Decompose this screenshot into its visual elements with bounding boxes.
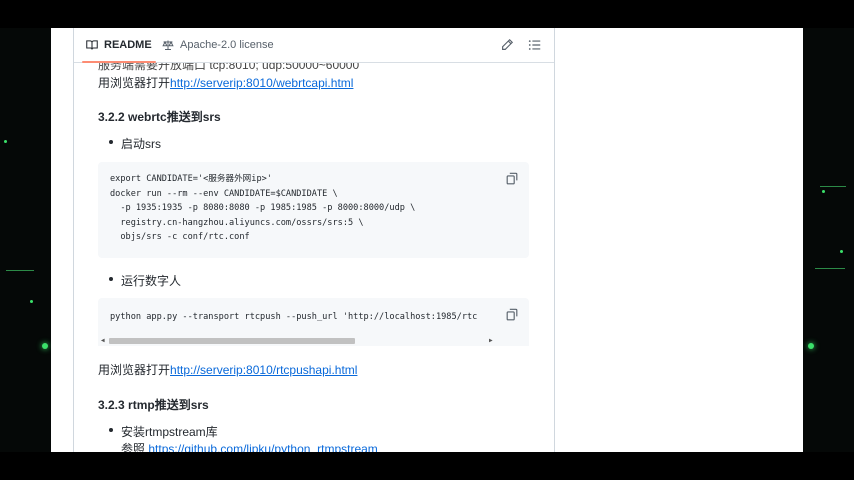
rtcpush-api-link[interactable]: http://serverip:8010/rtcpushapi.html	[170, 363, 357, 377]
bullet-install: 安装rtmpstream库	[121, 425, 218, 439]
code-srs-text: export CANDIDATE='<服务器外网ip>' docker run …	[110, 174, 416, 242]
open-rtcpush-line: 用浏览器打开http://serverip:8010/rtcpushapi.ht…	[98, 361, 357, 378]
bullet-marker	[109, 140, 113, 144]
list-icon[interactable]	[528, 38, 542, 52]
backdrop-glow-dot	[808, 343, 814, 349]
bullet-marker	[109, 277, 113, 281]
copy-icon[interactable]	[505, 172, 519, 186]
backdrop-line	[6, 270, 34, 271]
scroll-right-arrow[interactable]: ▶	[489, 336, 493, 346]
scale-icon	[162, 40, 174, 50]
book-icon	[86, 40, 98, 50]
pencil-icon[interactable]	[500, 38, 514, 52]
readme-tab-bar: README Apache-2.0 license	[74, 28, 554, 63]
bullet-marker	[109, 428, 113, 432]
readme-window: 服务端需要开放端口 tcp:8010; udp:50000~60000 用浏览器…	[51, 28, 803, 452]
scroll-left-arrow[interactable]: ◀	[101, 336, 105, 346]
scrollbar-thumb[interactable]	[109, 338, 355, 344]
rtmpstream-link[interactable]: https://github.com/lipku/python_rtmpstre…	[148, 442, 377, 452]
tab-license[interactable]: Apache-2.0 license	[162, 28, 274, 62]
bottom-letterbox	[0, 452, 854, 480]
backdrop-line	[820, 186, 846, 187]
tab-readme[interactable]: README	[82, 28, 156, 63]
backdrop-dot	[30, 300, 33, 303]
code-block-run[interactable]: python app.py --transport rtcpush --push…	[98, 298, 529, 346]
tab-readme-label: README	[104, 39, 152, 51]
webrtc-api-link[interactable]: http://serverip:8010/webrtcapi.html	[170, 76, 353, 90]
ref-prefix: 参照	[121, 442, 146, 452]
copy-icon[interactable]	[505, 308, 519, 322]
top-letterbox	[0, 0, 854, 28]
code-run-text: python app.py --transport rtcpush --push…	[110, 312, 478, 322]
bullet-start-srs: 启动srs	[121, 137, 161, 151]
code-block-srs[interactable]: export CANDIDATE='<服务器外网ip>' docker run …	[98, 162, 529, 258]
bullet-run: 运行数字人	[121, 274, 182, 288]
ref-line: 参照 https://github.com/lipku/python_rtmps…	[121, 440, 378, 452]
readme-content: 服务端需要开放端口 tcp:8010; udp:50000~60000 用浏览器…	[74, 28, 554, 452]
backdrop-glow-dot	[42, 343, 48, 349]
open-prefix: 用浏览器打开	[98, 76, 171, 90]
section-webrtc-heading: 3.2.2 webrtc推送到srs	[98, 110, 221, 124]
section-rtmp-heading: 3.2.3 rtmp推送到srs	[98, 398, 209, 412]
open-webrtc-line: 用浏览器打开http://serverip:8010/webrtcapi.htm…	[98, 74, 353, 91]
open-prefix: 用浏览器打开	[98, 363, 171, 377]
backdrop-dot	[822, 190, 825, 193]
readme-panel: 服务端需要开放端口 tcp:8010; udp:50000~60000 用浏览器…	[73, 28, 555, 452]
backdrop-dot	[4, 140, 7, 143]
horizontal-scrollbar[interactable]: ◀ ▶	[98, 336, 529, 346]
tab-license-label: Apache-2.0 license	[180, 39, 274, 51]
backdrop-line	[815, 268, 845, 269]
backdrop-dot	[840, 250, 843, 253]
